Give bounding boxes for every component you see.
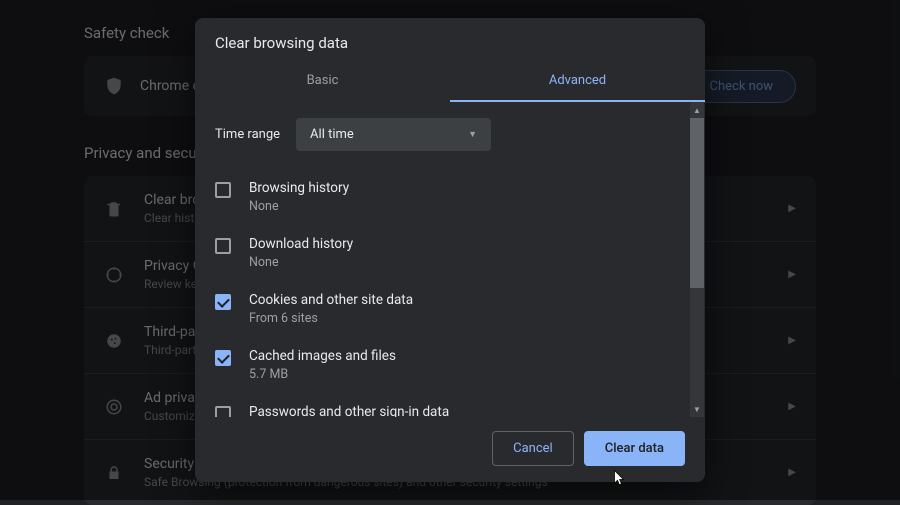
scrollbar-up-button[interactable]: ▲: [690, 102, 704, 118]
checkbox[interactable]: [215, 350, 231, 366]
option-cached-images[interactable]: Cached images and files 5.7 MB: [215, 337, 685, 393]
scrollbar-down-button[interactable]: ▼: [690, 401, 704, 417]
dialog-footer: Cancel Clear data: [195, 417, 705, 482]
cancel-button[interactable]: Cancel: [492, 431, 574, 466]
scrollbar-thumb[interactable]: [690, 118, 704, 288]
caret-down-icon: ▼: [468, 129, 477, 140]
checkbox[interactable]: [215, 294, 231, 310]
option-download-history[interactable]: Download history None: [215, 225, 685, 281]
clear-browsing-data-dialog: Clear browsing data Basic Advanced Time …: [195, 18, 705, 482]
time-range-row: Time range All time ▼: [215, 118, 685, 151]
checkbox[interactable]: [215, 182, 231, 198]
option-passwords[interactable]: Passwords and other sign-in data 4 passw…: [215, 393, 685, 417]
option-browsing-history[interactable]: Browsing history None: [215, 169, 685, 225]
clear-data-button[interactable]: Clear data: [584, 431, 685, 466]
dialog-body: Time range All time ▼ Browsing history N…: [195, 102, 705, 417]
checkbox[interactable]: [215, 406, 231, 417]
option-cookies[interactable]: Cookies and other site data From 6 sites: [215, 281, 685, 337]
time-range-select[interactable]: All time ▼: [296, 118, 491, 151]
time-range-label: Time range: [215, 127, 280, 142]
dialog-tabs: Basic Advanced: [195, 62, 705, 102]
checkbox[interactable]: [215, 238, 231, 254]
tab-advanced[interactable]: Advanced: [450, 62, 705, 102]
dialog-title: Clear browsing data: [195, 18, 705, 62]
dialog-body-wrap: Time range All time ▼ Browsing history N…: [195, 102, 705, 417]
time-range-value: All time: [310, 127, 354, 142]
tab-basic[interactable]: Basic: [195, 62, 450, 102]
